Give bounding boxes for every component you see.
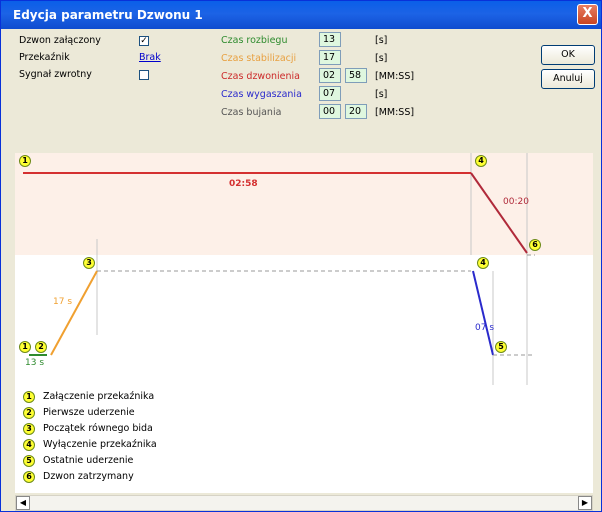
legend-icon-1: 1 — [23, 391, 35, 403]
legend-icon-5: 5 — [23, 455, 35, 467]
legend-icon-3: 3 — [23, 423, 35, 435]
runup-unit: [s] — [375, 35, 388, 46]
fade-unit: [s] — [375, 89, 388, 100]
swing-time-label: 00:20 — [503, 197, 529, 207]
legend-icon-2: 2 — [23, 407, 35, 419]
marker-2-icon: 2 — [35, 341, 47, 353]
ringing-label: Czas dzwonienia — [221, 71, 300, 82]
feedback-label: Sygnał zwrotny — [19, 69, 92, 80]
legend-icon-6: 6 — [23, 471, 35, 483]
timing-diagram: 1 4 6 3 4 1 2 5 02:58 00:20 17 s 13 s 07… — [15, 153, 593, 493]
stabil-time-label: 17 s — [53, 297, 73, 307]
marker-5-icon: 5 — [495, 341, 507, 353]
legend-item-2: Pierwsze uderzenie — [43, 407, 135, 418]
relay-link[interactable]: Brak — [139, 52, 161, 63]
legend-icon-4: 4 — [23, 439, 35, 451]
legend-item-3: Początek równego bida — [43, 423, 153, 434]
window-title: Edycja parametru Dzwonu 1 — [13, 8, 203, 22]
feedback-checkbox[interactable] — [139, 70, 149, 80]
bell-enabled-checkbox[interactable]: ✓ — [139, 36, 149, 46]
dialog-window: Edycja parametru Dzwonu 1 X Dzwon załącz… — [0, 0, 602, 512]
relay-label: Przekaźnik — [19, 52, 70, 63]
legend-item-6: Dzwon zatrzymany — [43, 471, 134, 482]
fade-label: Czas wygaszania — [221, 89, 302, 100]
fade-field[interactable]: 07 — [319, 86, 341, 101]
stabilization-field[interactable]: 17 — [319, 50, 341, 65]
runup-label: Czas rozbiegu — [221, 35, 288, 46]
swing-unit: [MM:SS] — [375, 107, 415, 118]
marker-4b-icon: 4 — [477, 257, 489, 269]
scroll-left-icon[interactable]: ◀ — [16, 496, 30, 510]
marker-1-icon: 1 — [19, 155, 31, 167]
marker-1b-icon: 1 — [19, 341, 31, 353]
ringing-sec-field[interactable]: 58 — [345, 68, 367, 83]
marker-6-icon: 6 — [529, 239, 541, 251]
ringing-min-field[interactable]: 02 — [319, 68, 341, 83]
marker-4-icon: 4 — [475, 155, 487, 167]
swing-min-field[interactable]: 00 — [319, 104, 341, 119]
swing-label: Czas bujania — [221, 107, 282, 118]
title-bar[interactable]: Edycja parametru Dzwonu 1 X — [1, 1, 601, 29]
ringing-time-label: 02:58 — [229, 179, 258, 189]
stabilization-label: Czas stabilizacji — [221, 53, 297, 64]
bell-enabled-label: Dzwon załączony — [19, 35, 101, 46]
fade-time-label: 07 s — [475, 323, 495, 333]
swing-sec-field[interactable]: 20 — [345, 104, 367, 119]
cancel-button[interactable]: Anuluj — [541, 69, 595, 89]
ringing-unit: [MM:SS] — [375, 71, 415, 82]
legend-item-1: Załączenie przekaźnika — [43, 391, 155, 402]
horizontal-scrollbar[interactable]: ◀ ▶ — [15, 495, 593, 511]
close-icon[interactable]: X — [577, 4, 598, 25]
ok-button[interactable]: OK — [541, 45, 595, 65]
runup-field[interactable]: 13 — [319, 32, 341, 47]
stabilization-unit: [s] — [375, 53, 388, 64]
legend-item-4: Wyłączenie przekaźnika — [43, 439, 157, 450]
marker-3-icon: 3 — [83, 257, 95, 269]
scroll-right-icon[interactable]: ▶ — [578, 496, 592, 510]
legend-item-5: Ostatnie uderzenie — [43, 455, 134, 466]
runup-time-label: 13 s — [25, 358, 45, 368]
